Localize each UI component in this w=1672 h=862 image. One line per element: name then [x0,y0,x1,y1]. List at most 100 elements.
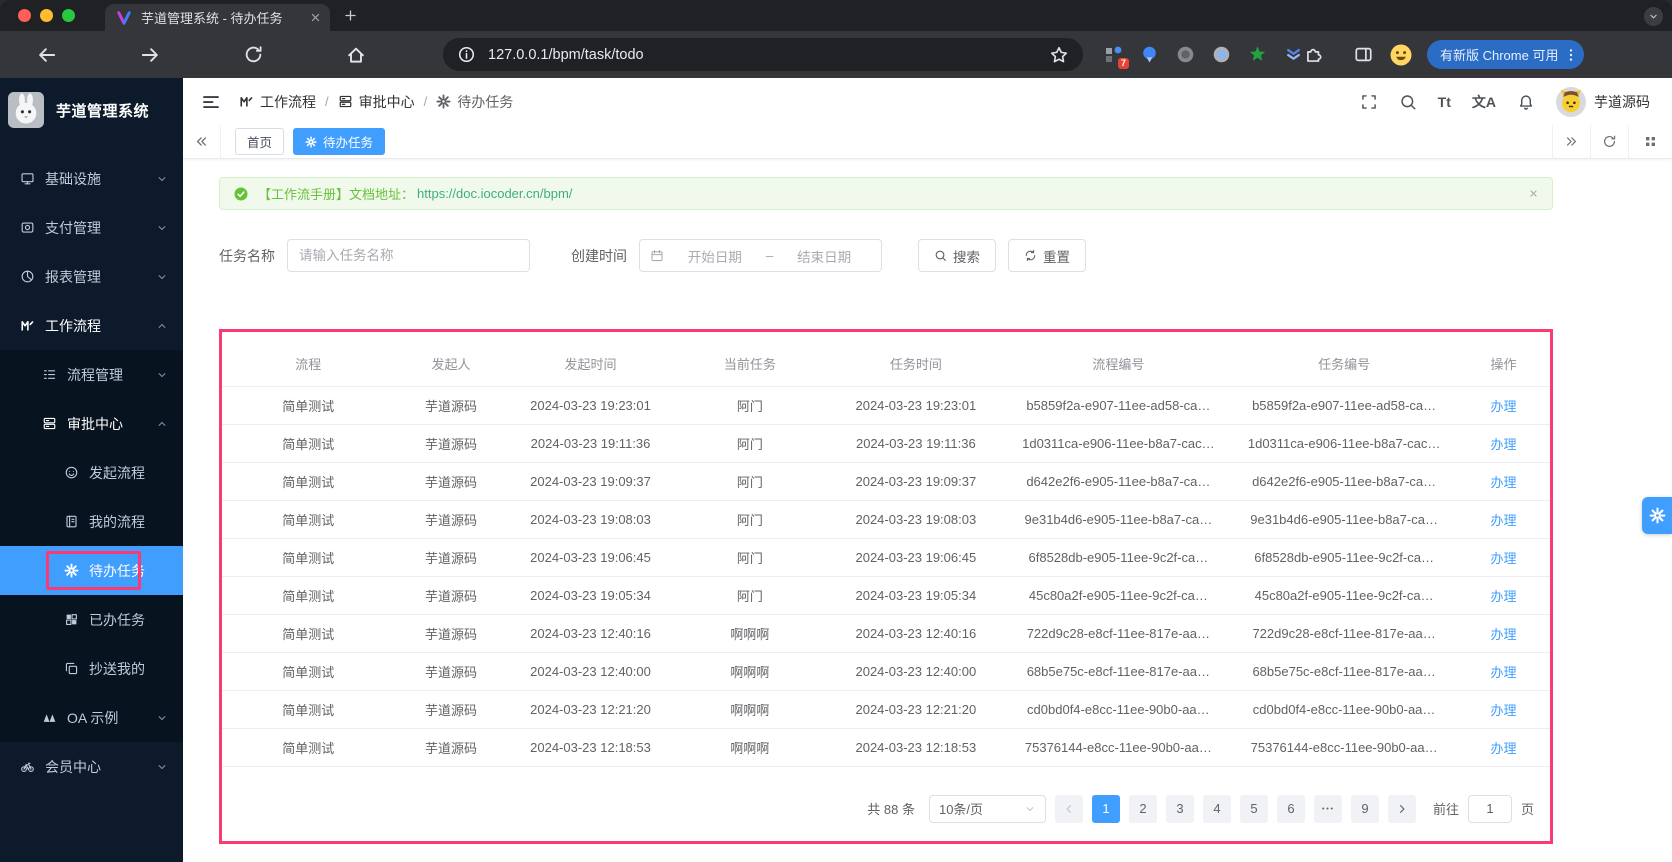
table-row: 简单测试 芋道源码 2024-03-23 19:11:36 阿门 2024-03-23 … [222,424,1550,463]
browser-menu-icon[interactable] [1563,47,1579,63]
search-button[interactable]: 搜索 [918,239,996,272]
side-panel-icon[interactable] [1353,44,1374,65]
translate-button[interactable]: 文A [1472,92,1496,112]
scroll-right-button[interactable] [1552,125,1590,158]
sidebar: 芋道管理系统 基础设施 支付管理 报表管理 工作流程 流程管理 审批中心 发起流程 我的流程待… [0,78,183,862]
column-header: 任务编号 [1231,342,1457,387]
ext-blue-circle-icon[interactable] [1211,44,1232,65]
page-button-3[interactable]: 3 [1165,794,1194,823]
handle-link[interactable]: 办理 [1490,399,1516,414]
cell-current-task: 阿门 [673,538,827,577]
url-bar[interactable]: 127.0.0.1/bpm/task/todo [443,38,1083,71]
handle-link[interactable]: 办理 [1490,475,1516,490]
forward-button[interactable] [133,38,167,72]
page-button-5[interactable]: 5 [1239,794,1268,823]
handle-link[interactable]: 办理 [1490,513,1516,528]
handle-link[interactable]: 办理 [1490,741,1516,756]
search-button[interactable] [1399,93,1417,111]
bookmark-star-icon[interactable] [1049,45,1069,65]
page-button-4[interactable]: 4 [1202,794,1231,823]
browser-tab[interactable]: 芋道管理系统 - 待办任务 [105,4,330,31]
sidebar-item-infrastructure[interactable]: 基础设施 [0,154,183,203]
breadcrumb-item[interactable]: 工作流程 [239,92,316,112]
page-button-6[interactable]: 6 [1276,794,1305,823]
settings-drawer-button[interactable] [1642,497,1672,534]
breadcrumb-separator: / [423,94,428,109]
tag-tab-todo[interactable]: 待办任务 [293,128,386,155]
fullscreen-button[interactable] [1360,93,1378,111]
sidebar-item-cc-me[interactable]: 抄送我的 [0,644,183,693]
cell-task-time: 2024-03-23 19:23:01 [826,386,1006,425]
tag-tab-home[interactable]: 首页 [235,128,285,155]
sidebar-item-payment[interactable]: 支付管理 [0,203,183,252]
tab-close-icon[interactable] [309,11,322,24]
gear-icon [436,94,451,109]
sidebar-item-report[interactable]: 报表管理 [0,252,183,301]
breadcrumb-item[interactable]: 待办任务 [436,92,513,112]
breadcrumb-item[interactable]: 审批中心 [338,92,415,112]
ext-green-star-icon[interactable] [1247,44,1268,65]
gear-icon [305,135,317,148]
smile-icon [64,465,79,480]
goto-input[interactable] [1467,794,1512,823]
chrome-update-button[interactable]: 有新版 Chrome 可用 [1427,40,1585,69]
sidebar-item-done-tasks[interactable]: 已办任务 [0,595,183,644]
cell-task-id: 6f8528db-e905-11ee-9c2f-ca… [1231,538,1457,577]
notification-bell[interactable] [1517,93,1535,111]
task-name-input[interactable] [287,239,530,272]
cell-process: 简单测试 [222,500,395,539]
new-tab-button[interactable] [337,2,364,29]
alert-link[interactable]: https://doc.iocoder.cn/bpm/ [417,186,572,201]
handle-link[interactable]: 办理 [1490,703,1516,718]
prev-page-button[interactable] [1054,794,1083,823]
cell-process: 简单测试 [222,576,395,615]
sidebar-item-todo-tasks[interactable]: 待办任务 [0,546,183,595]
back-button[interactable] [30,38,64,72]
browser-toolbar: 127.0.0.1/bpm/task/todo 7 有新版 Chrome 可用 [0,31,1672,78]
user-menu[interactable]: 芋道源码 [1556,86,1650,117]
close-window-button[interactable] [18,9,31,22]
sidebar-item-process-management[interactable]: 流程管理 [0,350,183,399]
page-button-1[interactable]: 1 [1091,794,1120,823]
minimize-window-button[interactable] [40,9,53,22]
ext-blocks-icon[interactable]: 7 [1103,44,1129,69]
handle-link[interactable]: 办理 [1490,551,1516,566]
sidebar-item-approval-center[interactable]: 审批中心 [0,399,183,448]
scroll-left-button[interactable] [183,125,221,158]
ext-dark-circle-icon[interactable] [1175,44,1196,65]
ext-chevrons-icon[interactable] [1283,44,1304,65]
page-size-select[interactable]: 10条/页 [928,794,1046,823]
profile-avatar[interactable] [1389,43,1413,67]
ext-balloon-icon[interactable] [1139,44,1160,65]
reset-button[interactable]: 重置 [1008,239,1086,272]
zoom-window-button[interactable] [62,9,75,22]
chevron-down-icon [156,761,168,773]
sidebar-item-member-center[interactable]: 会员中心 [0,742,183,791]
reload-button[interactable] [236,38,270,72]
page-button-2[interactable]: 2 [1128,794,1157,823]
handle-link[interactable]: 办理 [1490,437,1516,452]
app-logo[interactable]: 芋道管理系统 [0,78,183,130]
more-pages-button[interactable] [1313,794,1342,823]
handle-link[interactable]: 办理 [1490,665,1516,680]
page-button-9[interactable]: 9 [1350,794,1379,823]
next-page-button[interactable] [1387,794,1416,823]
date-range-picker[interactable]: 开始日期 – 结束日期 [639,239,882,272]
menu-fold-button[interactable] [201,92,221,112]
sidebar-item-my-process[interactable]: 我的流程 [0,497,183,546]
site-info-icon[interactable] [457,45,476,64]
tab-search-button[interactable] [1644,7,1663,26]
alert-close-icon[interactable] [1528,188,1539,199]
handle-link[interactable]: 办理 [1490,627,1516,642]
extensions-puzzle-icon[interactable] [1304,44,1325,65]
handle-link[interactable]: 办理 [1490,589,1516,604]
refresh-page-button[interactable] [1590,125,1628,158]
cell-start-time: 2024-03-23 19:23:01 [507,386,674,425]
home-button[interactable] [339,38,373,72]
font-size-button[interactable]: Tt [1438,94,1451,110]
sidebar-item-workflow[interactable]: 工作流程 [0,301,183,350]
layout-grid-button[interactable] [1628,125,1672,158]
font-size-button-glyph: Tt [1437,93,1451,110]
sidebar-item-oa-example[interactable]: OA 示例 [0,693,183,742]
sidebar-item-initiate-process[interactable]: 发起流程 [0,448,183,497]
